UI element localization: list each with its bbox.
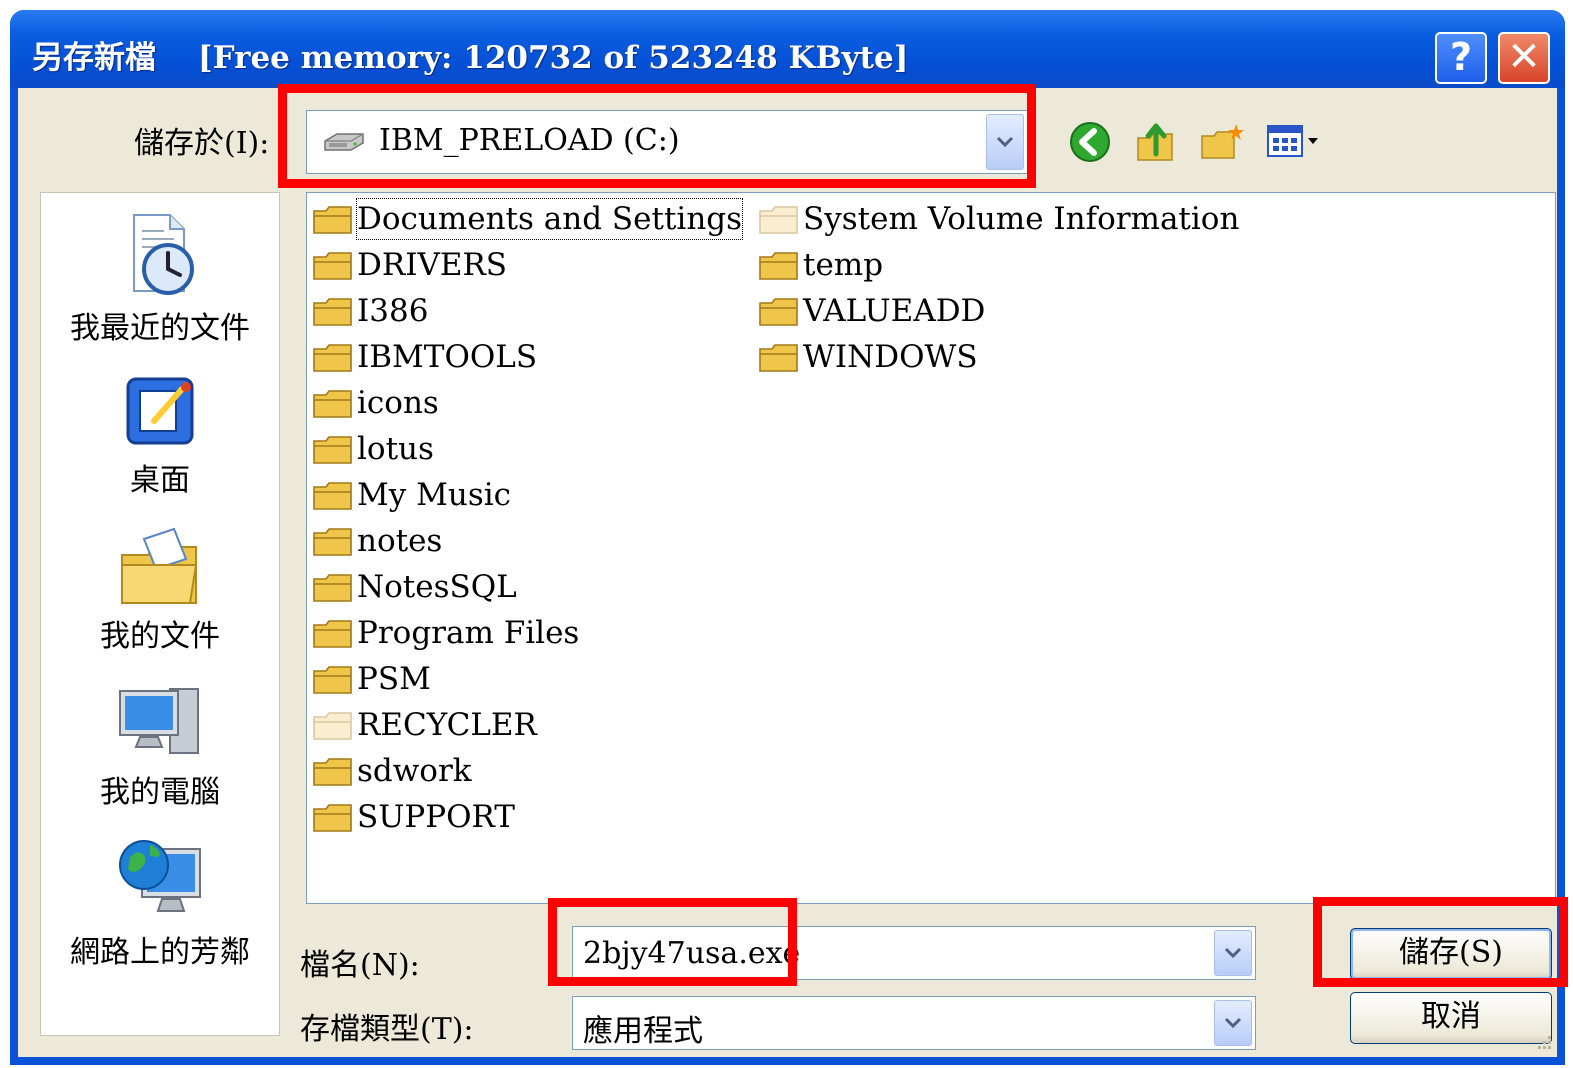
- file-name: NotesSQL: [357, 569, 517, 605]
- folder-icon: [313, 206, 352, 234]
- folder-icon: [313, 666, 352, 694]
- chevron-down-icon: [1224, 947, 1242, 959]
- place-my-documents[interactable]: 我的文件: [41, 525, 279, 655]
- close-button[interactable]: ✕: [1498, 32, 1550, 84]
- filetype-value: 應用程式: [583, 1014, 703, 1049]
- new-folder-icon[interactable]: [1198, 120, 1246, 164]
- place-label: 我的文件: [100, 619, 220, 654]
- folder-icon: [313, 528, 352, 556]
- folder-icon: [313, 804, 352, 832]
- filetype-label: 存檔類型(T):: [300, 1012, 474, 1047]
- file-name: WINDOWS: [803, 339, 978, 375]
- filetype-dropdown-arrow[interactable]: [1214, 1000, 1252, 1046]
- filetype-dropdown[interactable]: 應用程式: [572, 996, 1256, 1050]
- filename-dropdown-arrow[interactable]: [1214, 930, 1252, 976]
- recent-documents-icon: [133, 214, 194, 295]
- place-label: 桌面: [130, 463, 190, 498]
- folder-icon: [759, 298, 798, 326]
- folder-icon: [313, 620, 352, 648]
- file-name: icons: [357, 385, 439, 421]
- file-name: DRIVERS: [357, 247, 508, 283]
- file-name: IBMTOOLS: [357, 339, 538, 375]
- title-bar[interactable]: 另存新檔 [Free memory: 120732 of 523248 KByte…: [10, 10, 1565, 88]
- up-folder-icon[interactable]: [1134, 120, 1178, 164]
- network-places-icon: [119, 840, 201, 912]
- chevron-down-icon: [1224, 1017, 1242, 1029]
- file-name: notes: [357, 523, 443, 559]
- file-name: temp: [803, 247, 884, 283]
- file-list[interactable]: Documents and Settings DRIVERS I386 IBMT…: [306, 192, 1556, 904]
- hard-drive-icon: [324, 133, 364, 151]
- filename-label: 檔名(N):: [300, 948, 420, 983]
- folder-icon: [313, 344, 352, 372]
- folder-icon: [313, 436, 352, 464]
- resize-grip-icon[interactable]: [1533, 1033, 1553, 1053]
- folder-icon: [313, 252, 352, 280]
- dialog-body: 儲存於(I): IBM_PRELOAD (C:) 我最近的文件 桌面 我的文件 …: [18, 88, 1557, 1057]
- file-name: Documents and Settings: [355, 198, 744, 240]
- file-name: Program Files: [357, 615, 580, 651]
- help-button[interactable]: ?: [1435, 32, 1487, 84]
- chevron-down-icon: [996, 136, 1014, 148]
- file-name: SUPPORT: [357, 799, 515, 835]
- save-in-label: 儲存於(I):: [134, 126, 270, 161]
- file-name: sdwork: [357, 753, 472, 789]
- file-name: My Music: [357, 477, 512, 513]
- place-label: 我最近的文件: [70, 311, 250, 346]
- file-name: RECYCLER: [357, 707, 537, 743]
- view-menu-icon[interactable]: [1264, 120, 1328, 164]
- save-as-dialog: 另存新檔 [Free memory: 120732 of 523248 KByte…: [10, 10, 1565, 1065]
- hidden-folder-icon: [759, 206, 798, 234]
- cancel-button[interactable]: 取消: [1350, 992, 1552, 1044]
- folder-icon: [313, 574, 352, 602]
- folder-icon: [759, 252, 798, 280]
- back-icon[interactable]: [1068, 120, 1112, 164]
- folder-icon: [313, 758, 352, 786]
- place-recent-documents[interactable]: 我最近的文件: [41, 209, 279, 347]
- folder-icon: [313, 390, 352, 418]
- save-in-dropdown-arrow[interactable]: [986, 114, 1024, 170]
- desktop-icon: [126, 377, 194, 445]
- filename-value: 2bjy47usa.exe: [583, 936, 801, 971]
- file-name: PSM: [357, 661, 431, 697]
- place-desktop[interactable]: 桌面: [41, 369, 279, 499]
- file-name: lotus: [357, 431, 434, 467]
- my-documents-icon: [121, 527, 198, 604]
- place-label: 網路上的芳鄰: [70, 935, 250, 970]
- places-bar: 我最近的文件 桌面 我的文件 我的電腦 網路上的芳鄰: [40, 192, 280, 1036]
- file-name: System Volume Information: [803, 201, 1240, 237]
- file-name: VALUEADD: [803, 293, 986, 329]
- hidden-folder-icon: [313, 712, 352, 740]
- save-in-value: IBM_PRELOAD (C:): [379, 123, 680, 158]
- folder-icon: [313, 298, 352, 326]
- dialog-title: 另存新檔: [32, 40, 156, 76]
- memory-info: [Free memory: 120732 of 523248 KByte]: [198, 40, 909, 76]
- window-title: 另存新檔 [Free memory: 120732 of 523248 KByte…: [32, 32, 908, 77]
- place-label: 我的電腦: [100, 775, 220, 810]
- my-computer-icon: [119, 688, 199, 754]
- save-button[interactable]: 儲存(S): [1350, 928, 1552, 980]
- place-network[interactable]: 網路上的芳鄰: [41, 829, 279, 971]
- file-name: I386: [357, 293, 429, 329]
- filename-input[interactable]: 2bjy47usa.exe: [572, 926, 1256, 980]
- folder-icon: [313, 482, 352, 510]
- place-my-computer[interactable]: 我的電腦: [41, 681, 279, 811]
- folder-icon: [759, 344, 798, 372]
- save-in-dropdown[interactable]: IBM_PRELOAD (C:): [306, 110, 1028, 174]
